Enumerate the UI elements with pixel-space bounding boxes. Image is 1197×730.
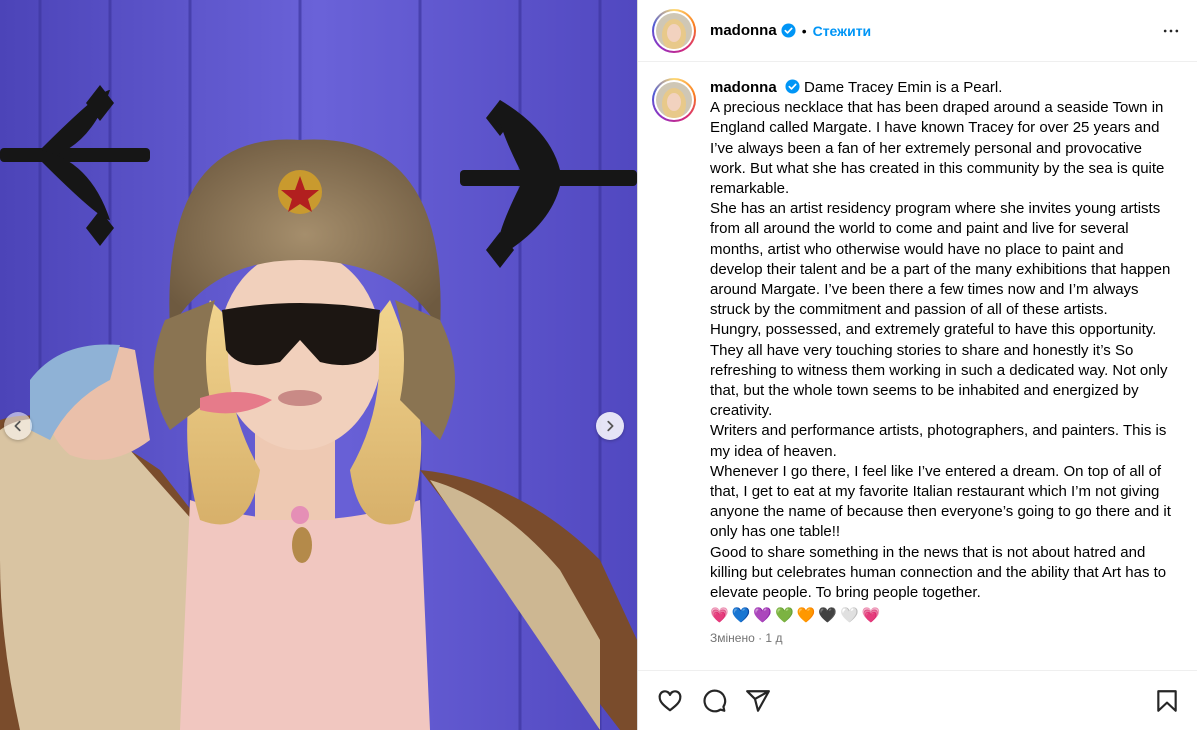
separator-dot: • (801, 22, 807, 39)
caption-section: madonna Dame Tracey Emin is a Pearl. A p… (638, 62, 1197, 670)
comment-button[interactable] (700, 687, 728, 715)
author-avatar[interactable] (652, 8, 696, 53)
heart-icon (658, 689, 682, 711)
post-photo (0, 0, 637, 730)
edited-timestamp: Змінено · 1 д (710, 631, 783, 646)
avatar-image (656, 12, 692, 49)
chevron-right-icon (607, 420, 614, 432)
follow-button[interactable]: Стежити (813, 23, 872, 39)
caption-username[interactable]: madonna (710, 79, 777, 96)
action-bar (638, 670, 1197, 730)
heart-emojis: 💗💙💜💚🧡🖤🤍💗 (710, 607, 884, 625)
instagram-post-view: madonna • Стежити madonna Dame Tracey Em… (0, 0, 1197, 730)
share-icon (746, 689, 770, 712)
bookmark-icon (1157, 689, 1177, 712)
previous-image-button[interactable] (4, 412, 32, 440)
more-options-icon[interactable] (1159, 19, 1183, 43)
caption-paragraph: Whenever I go there, I feel like I’ve en… (710, 462, 1171, 541)
avatar-image (656, 82, 692, 118)
caption-author-avatar[interactable] (652, 78, 696, 122)
caption-text: madonna Dame Tracey Emin is a Pearl. A p… (710, 78, 1180, 603)
caption-paragraph: Writers and performance artists, photogr… (710, 422, 1167, 460)
comment-icon (703, 689, 727, 712)
caption-paragraph: She has an artist residency program wher… (710, 200, 1171, 319)
caption-intro: Dame Tracey Emin is a Pearl. (804, 79, 1003, 96)
caption-body: madonna Dame Tracey Emin is a Pearl. A p… (710, 78, 1180, 670)
chevron-left-icon (14, 420, 21, 432)
author-username[interactable]: madonna (710, 22, 777, 39)
caption-paragraph: Hungry, possessed, and extremely gratefu… (710, 321, 1168, 420)
save-button[interactable] (1153, 687, 1181, 715)
verified-badge-icon (781, 23, 796, 38)
post-header: madonna • Стежити (638, 0, 1197, 62)
post-media[interactable] (0, 0, 637, 730)
like-button[interactable] (656, 687, 684, 715)
caption-paragraph: Good to share something in the news that… (710, 543, 1167, 602)
caption-paragraph: A precious necklace that has been draped… (710, 99, 1165, 198)
next-image-button[interactable] (596, 412, 624, 440)
post-details-pane: madonna • Стежити madonna Dame Tracey Em… (637, 0, 1197, 730)
share-button[interactable] (744, 687, 772, 715)
verified-badge-icon (785, 79, 800, 94)
